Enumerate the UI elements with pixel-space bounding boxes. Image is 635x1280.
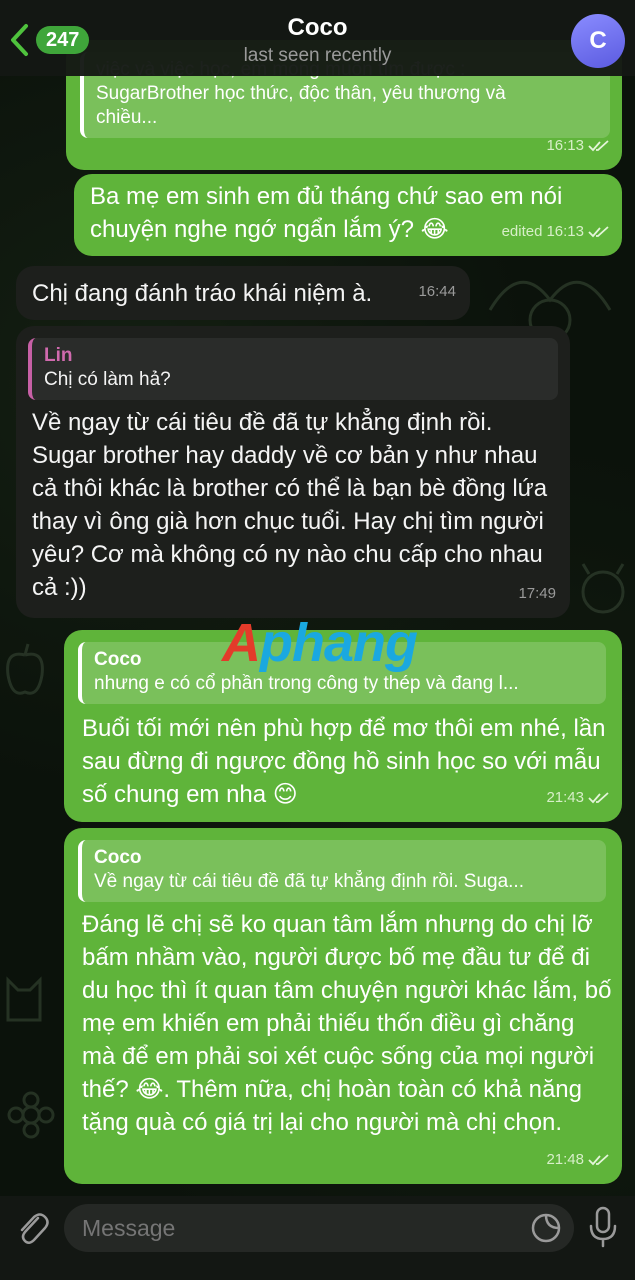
reply-snippet: Về ngay từ cái tiêu đề đã tự khẳng định …	[94, 871, 524, 892]
chat-header: 247 Coco last seen recently C	[0, 0, 635, 76]
message-text: Chị đang đánh tráo khái niệm à.	[32, 280, 373, 307]
reply-snippet: nhưng e có cổ phần trong công ty thép và…	[94, 673, 519, 694]
message-time: 17:49	[518, 585, 556, 602]
cat-doodle-icon	[6, 976, 42, 1022]
double-check-icon	[588, 139, 609, 151]
chat-title[interactable]: Coco	[0, 14, 635, 42]
flower-doodle-icon	[7, 1091, 55, 1139]
microphone-icon[interactable]	[588, 1206, 618, 1248]
message-meta: edited 16:13	[502, 215, 610, 248]
double-check-icon	[588, 225, 609, 237]
edited-label: edited	[501, 223, 543, 240]
avatar[interactable]: C	[571, 14, 625, 68]
bug-doodle-icon	[581, 563, 625, 614]
message-text: Buổi tối mới nên phù hợp để mơ thôi em n…	[82, 715, 606, 808]
message-meta: 21:48	[546, 1143, 610, 1176]
quoted-text-line: SugarBrother học thức, độc thân, yêu thư…	[96, 83, 506, 104]
message-time: 16:13	[546, 223, 584, 240]
message-bubble-incoming[interactable]: Lin Chị có làm hả? Về ngay từ cái tiêu đ…	[16, 326, 570, 618]
message-bubble-incoming[interactable]: Chị đang đánh tráo khái niệm à. 16:44	[16, 266, 470, 320]
watermark-logo: Aphang	[222, 613, 418, 673]
message-input[interactable]	[64, 1204, 574, 1252]
message-time: 16:44	[418, 283, 456, 300]
message-text: Đáng lẽ chị sẽ ko quan tâm lắm nhưng do …	[82, 911, 612, 1136]
message-text: Về ngay từ cái tiêu đề đã tự khẳng định …	[32, 409, 548, 601]
message-time: 21:48	[546, 1151, 584, 1168]
message-composer	[0, 1196, 635, 1280]
reply-author: Lin	[44, 345, 73, 366]
reply-snippet: Chị có làm hả?	[44, 369, 171, 390]
reply-author: Coco	[94, 847, 142, 868]
apple-doodle-icon	[6, 643, 44, 695]
sticker-icon[interactable]	[530, 1212, 562, 1244]
reply-preview[interactable]: Coco Về ngay từ cái tiêu đề đã tự khẳng …	[78, 840, 606, 902]
message-meta: 16:13	[546, 129, 610, 162]
message-meta: 17:49	[518, 577, 556, 610]
reply-preview[interactable]: Lin Chị có làm hả?	[28, 338, 558, 400]
message-time: 21:43	[546, 789, 584, 806]
double-check-icon	[588, 1153, 609, 1165]
message-meta: 21:43	[546, 781, 610, 814]
quoted-text-line: chiều...	[96, 107, 158, 128]
last-seen-status: last seen recently	[243, 45, 392, 66]
double-check-icon	[588, 791, 609, 803]
message-bubble-outgoing[interactable]: Ba mẹ em sinh em đủ tháng chứ sao em nói…	[74, 174, 622, 256]
message-time: 16:13	[546, 137, 584, 154]
paperclip-icon[interactable]	[14, 1208, 50, 1248]
message-bubble-outgoing[interactable]: Coco Về ngay từ cái tiêu đề đã tự khẳng …	[64, 828, 622, 1184]
message-meta: 16:44	[418, 275, 456, 308]
